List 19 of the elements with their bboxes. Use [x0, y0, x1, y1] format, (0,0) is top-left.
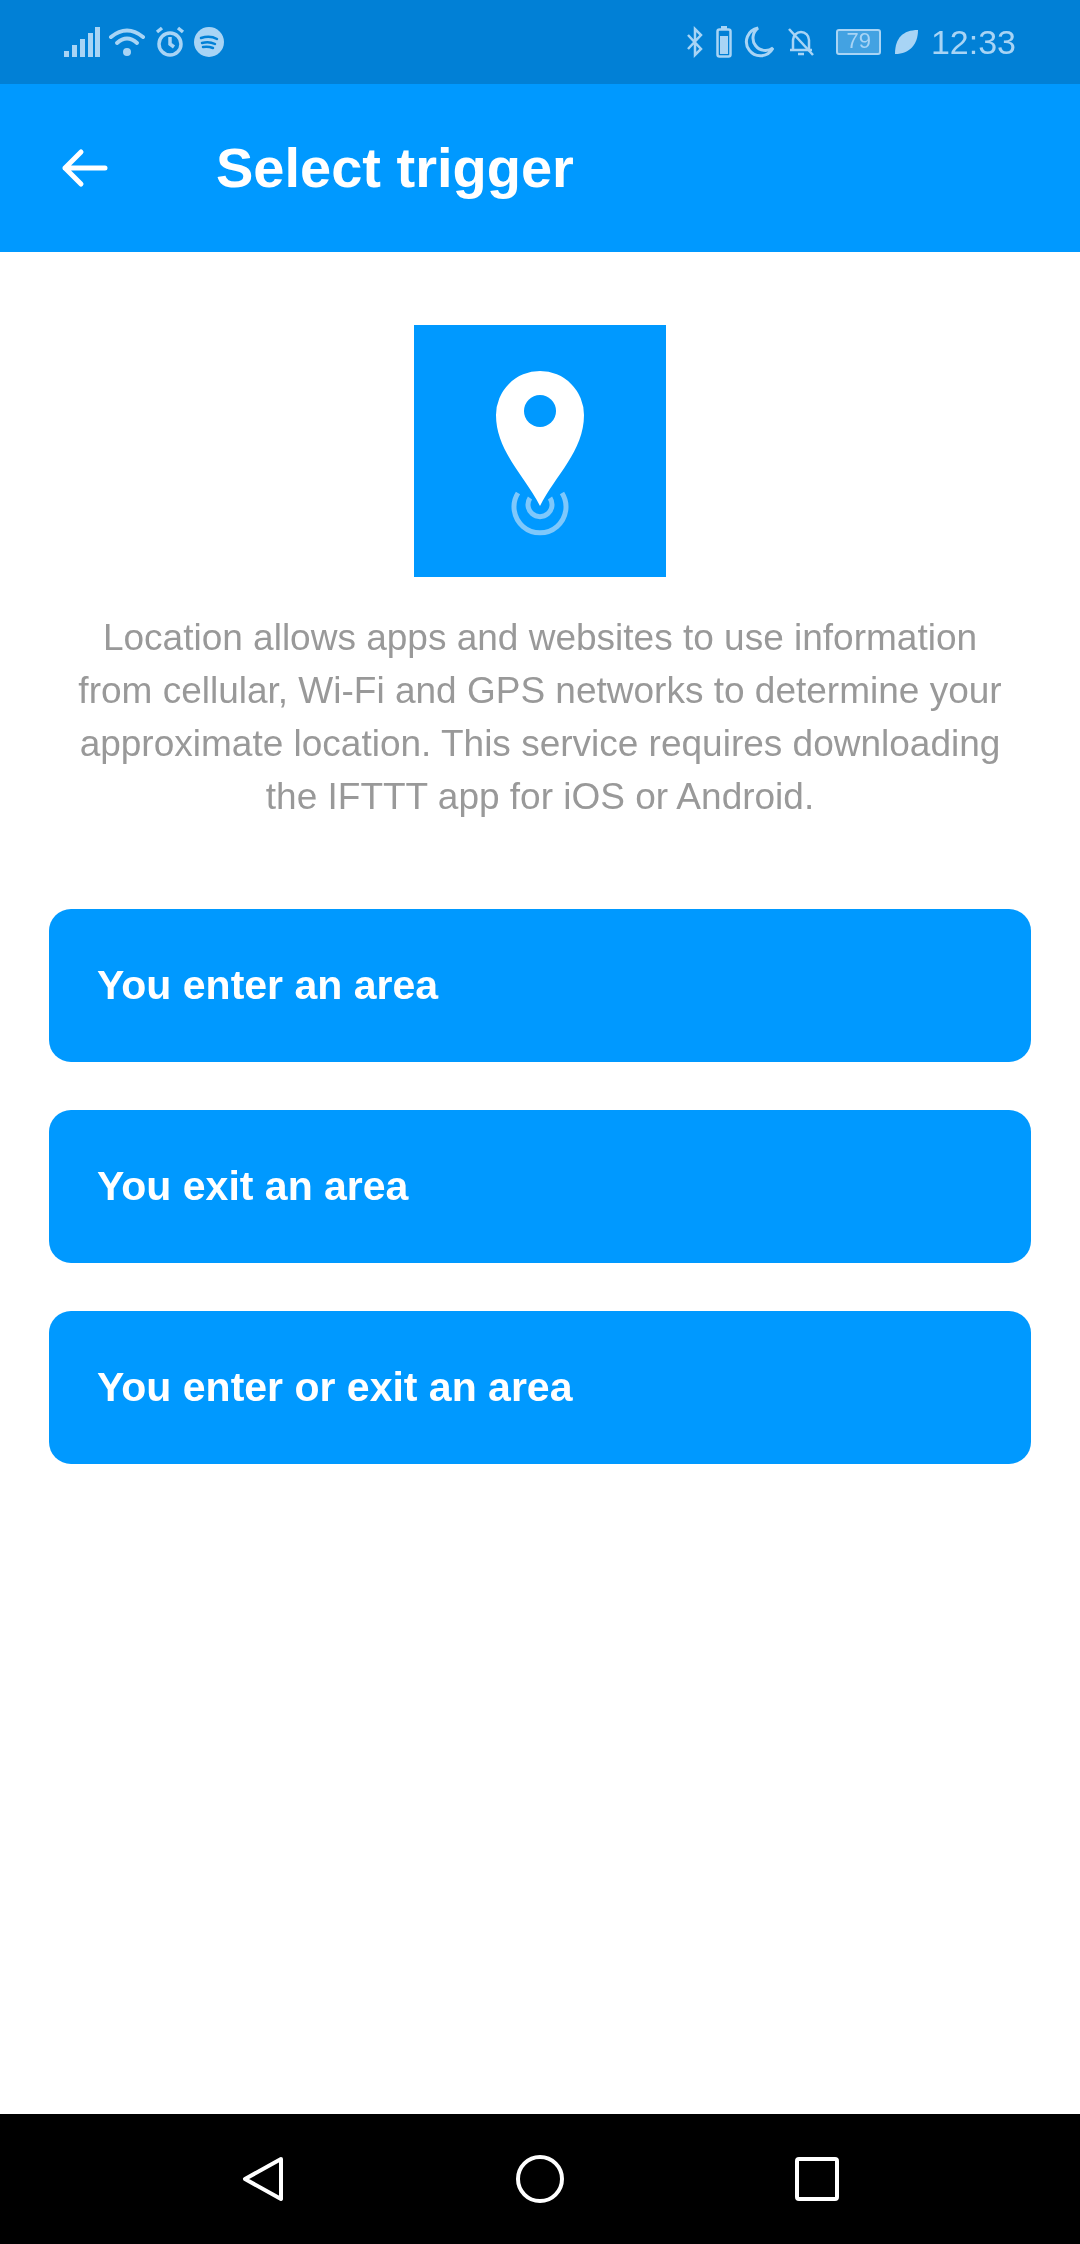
- signal-icon: [64, 27, 100, 57]
- recents-nav-button[interactable]: [795, 2157, 839, 2201]
- muted-bell-icon: [786, 26, 817, 58]
- page-title: Select trigger: [216, 135, 574, 201]
- wifi-icon: [108, 27, 146, 57]
- trigger-button[interactable]: You enter an area: [49, 909, 1031, 1062]
- bluetooth-icon: [686, 26, 705, 58]
- moon-icon: [744, 26, 775, 58]
- music-app-icon: [194, 27, 224, 57]
- back-nav-button[interactable]: [241, 2155, 285, 2203]
- service-description: Location allows apps and websites to use information from cellular, Wi-Fi and GPS networks to determine your approximate location. This service requires downloading the IFTTT app for iOS or Android.: [77, 616, 1003, 819]
- clock-time: 12:33: [930, 21, 1016, 63]
- trigger-button[interactable]: You enter or exit an area: [49, 1311, 1031, 1464]
- leaf-icon: [892, 28, 919, 56]
- home-nav-button[interactable]: [515, 2154, 565, 2204]
- battery-icon: [716, 26, 733, 58]
- battery-level: 79: [836, 29, 881, 55]
- alarm-icon: [154, 26, 186, 58]
- trigger-button[interactable]: You exit an area: [49, 1110, 1031, 1263]
